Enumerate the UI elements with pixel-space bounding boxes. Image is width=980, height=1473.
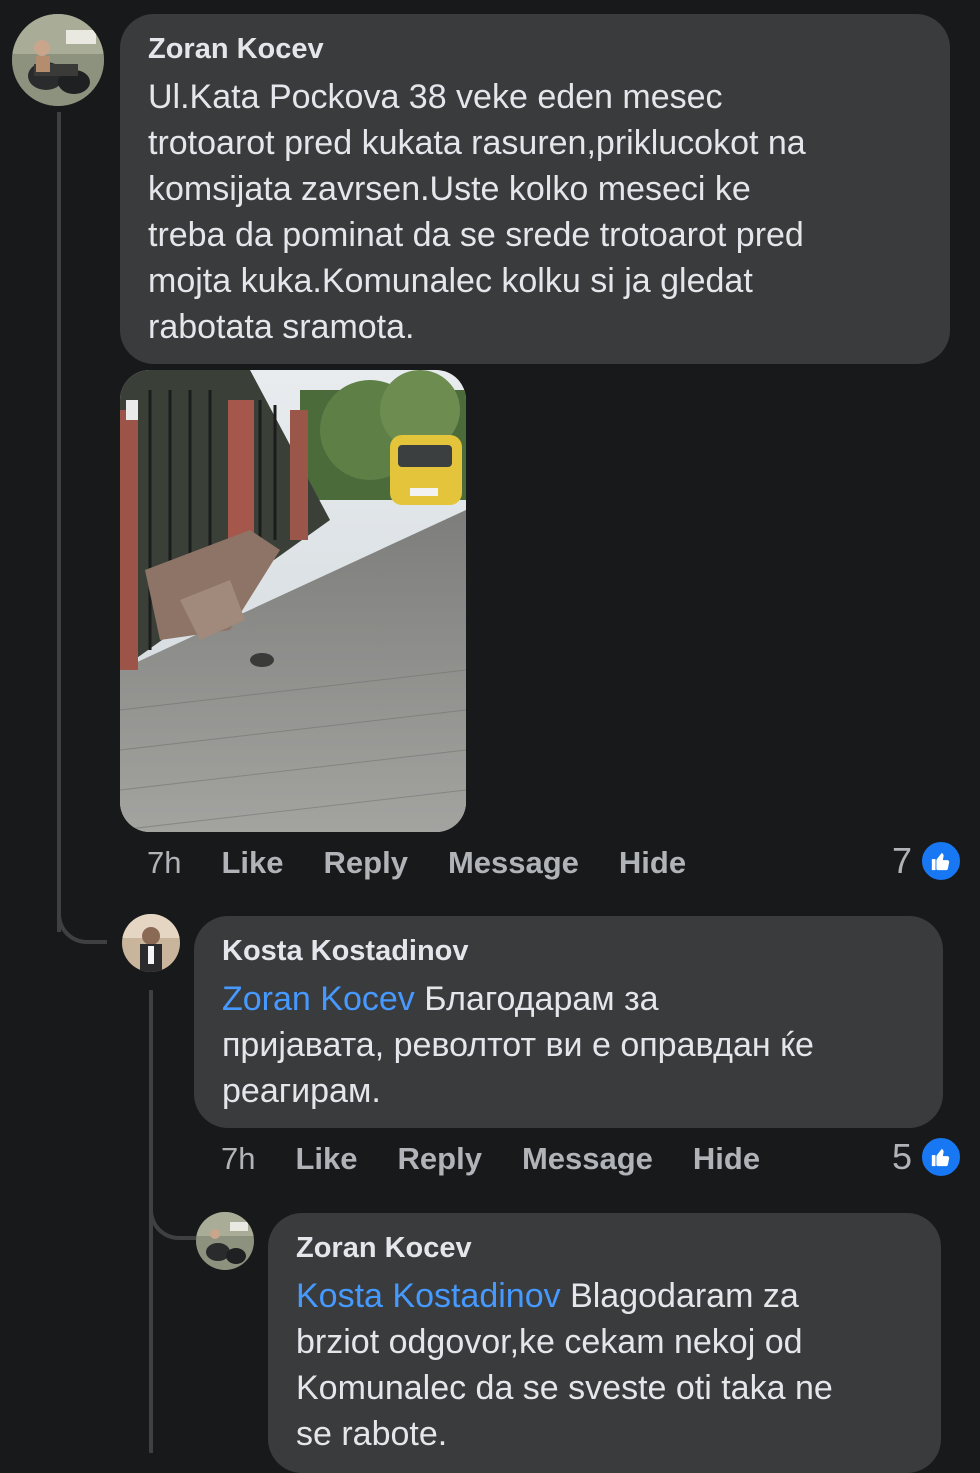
comment-actions: 7h Like Reply Message Hide	[147, 843, 726, 883]
hide-button[interactable]: Hide	[693, 1141, 760, 1177]
comment-line: komsijata zavrsen.Uste kolko meseci ke	[148, 170, 751, 208]
comment-line: пријавата, револтот ви е оправдан ќе	[222, 1026, 814, 1064]
comment-text: Kosta Kostadinov Blagodaram za brziot od…	[296, 1273, 913, 1457]
comment-text: Ul.Kata Pockova 38 veke eden mesec troto…	[148, 74, 922, 350]
comment-bubble: Kosta Kostadinov Zoran Kocev Благодарам …	[194, 916, 943, 1128]
reply-button[interactable]: Reply	[324, 845, 408, 881]
reaction-count-value: 5	[891, 1136, 912, 1177]
like-button[interactable]: Like	[295, 1141, 357, 1177]
like-button[interactable]: Like	[221, 845, 283, 881]
thumbs-up-icon	[920, 840, 962, 882]
comment-line: trotoarot pred kukata rasuren,priklucoko…	[148, 124, 806, 162]
comment-line: rabotata sramota.	[148, 308, 415, 346]
thread-curve-reply	[149, 1196, 199, 1240]
comment-timestamp[interactable]: 7h	[147, 845, 181, 881]
comment-actions: 7h Like Reply Message Hide	[221, 1139, 800, 1179]
comment-line: Komunalec da se sveste oti taka ne	[296, 1369, 833, 1407]
avatar[interactable]	[12, 14, 104, 106]
comment-line: brziot odgovor,ke cekam nekoj od	[296, 1323, 803, 1361]
comment-photo[interactable]	[120, 370, 466, 832]
comment-line: treba da pominat da se srede trotoarot p…	[148, 216, 804, 254]
comment-line: Zoran Kocev Благодарам за	[222, 980, 659, 1018]
comment-author[interactable]: Kosta Kostadinov	[222, 934, 915, 968]
message-button[interactable]: Message	[448, 845, 579, 881]
thumbs-up-icon	[920, 1136, 962, 1178]
comment-bubble: Zoran Kocev Ul.Kata Pockova 38 veke eden…	[120, 14, 950, 364]
comment-line: Kosta Kostadinov Blagodaram za	[296, 1277, 799, 1315]
comment-line: se rabote.	[296, 1415, 448, 1453]
comment-timestamp[interactable]: 7h	[221, 1141, 255, 1177]
comment-text: Zoran Kocev Благодарам за пријавата, рев…	[222, 976, 915, 1114]
reaction-count-value: 7	[891, 840, 912, 881]
comment-line: mojta kuka.Komunalec kolku si ja gledat	[148, 262, 753, 300]
comment-line: реагирам.	[222, 1072, 381, 1110]
avatar[interactable]	[196, 1212, 254, 1270]
reaction-count[interactable]: 7	[892, 840, 962, 882]
mention-link[interactable]: Kosta Kostadinov	[296, 1277, 561, 1315]
reply-button[interactable]: Reply	[398, 1141, 482, 1177]
comment-author[interactable]: Zoran Kocev	[148, 32, 922, 66]
avatar[interactable]	[122, 914, 180, 972]
mention-link[interactable]: Zoran Kocev	[222, 980, 415, 1018]
message-button[interactable]: Message	[522, 1141, 653, 1177]
hide-button[interactable]: Hide	[619, 845, 686, 881]
reaction-count[interactable]: 5	[892, 1136, 962, 1178]
comment-author[interactable]: Zoran Kocev	[296, 1231, 913, 1265]
comment-bubble: Zoran Kocev Kosta Kostadinov Blagodaram …	[268, 1213, 941, 1473]
thread-curve	[57, 900, 107, 944]
comment-line: Ul.Kata Pockova 38 veke eden mesec	[148, 78, 723, 116]
thread-line	[57, 112, 61, 932]
